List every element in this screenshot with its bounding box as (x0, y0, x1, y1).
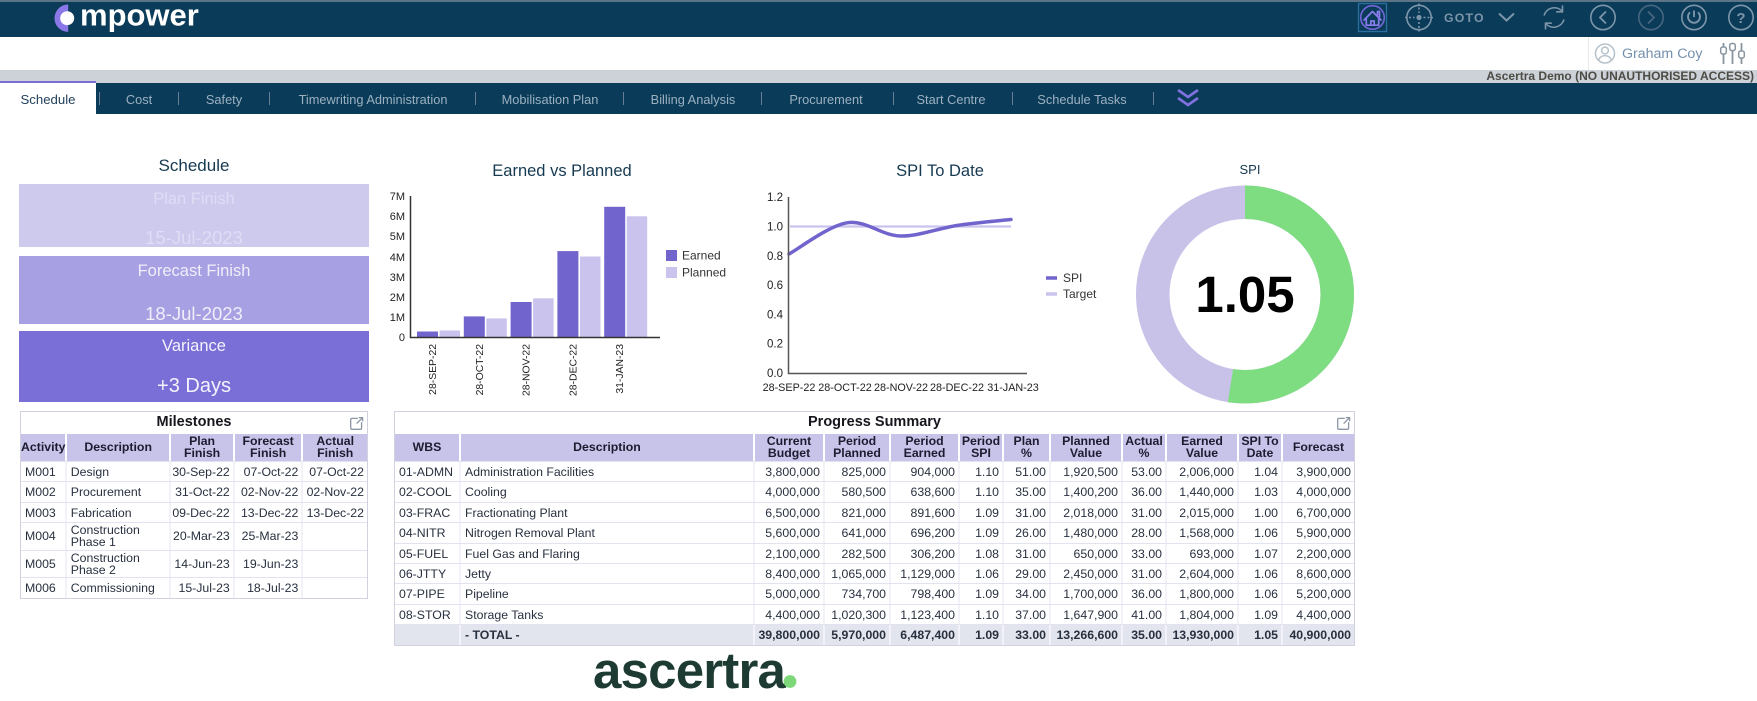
svg-text:31-JAN-23: 31-JAN-23 (987, 382, 1039, 394)
svg-text:1.05: 1.05 (1195, 266, 1294, 323)
svg-text:SPI: SPI (1063, 271, 1082, 285)
svg-text:Earned vs Planned: Earned vs Planned (492, 162, 631, 180)
svg-text:ascertra: ascertra (593, 642, 787, 699)
svg-text:Earned: Earned (682, 249, 721, 263)
svg-text:0.8: 0.8 (767, 251, 783, 263)
svg-text:4M: 4M (390, 252, 405, 264)
svg-text:1.0: 1.0 (767, 222, 783, 234)
svg-text:7M: 7M (390, 191, 405, 203)
svg-text:Planned: Planned (682, 266, 726, 280)
svg-text:28-OCT-22: 28-OCT-22 (475, 344, 486, 396)
svg-text:28-DEC-22: 28-DEC-22 (930, 382, 984, 394)
svg-text:28-SEP-22: 28-SEP-22 (763, 382, 816, 394)
svg-text:Graham Coy: Graham Coy (1622, 46, 1703, 62)
svg-text:1.2: 1.2 (767, 192, 783, 204)
svg-text:1M: 1M (390, 312, 405, 324)
svg-text:0.4: 0.4 (767, 309, 784, 321)
svg-text:0.6: 0.6 (767, 280, 783, 292)
svg-text:2M: 2M (390, 292, 405, 304)
svg-text:6M: 6M (390, 211, 405, 223)
svg-text:?: ? (1736, 10, 1745, 27)
svg-text:0: 0 (399, 332, 405, 344)
svg-text:GOTO: GOTO (1444, 11, 1485, 25)
svg-text:SPI To Date: SPI To Date (896, 162, 984, 180)
svg-text:5M: 5M (390, 231, 405, 243)
svg-text:28-SEP-22: 28-SEP-22 (428, 344, 439, 395)
svg-text:28-DEC-22: 28-DEC-22 (568, 344, 579, 396)
svg-text:28-OCT-22: 28-OCT-22 (818, 382, 871, 394)
svg-text:28-NOV-22: 28-NOV-22 (522, 344, 533, 396)
svg-text:SPI: SPI (1240, 162, 1261, 177)
svg-text:0.0: 0.0 (767, 368, 783, 380)
svg-text:Target: Target (1063, 287, 1097, 301)
svg-text:28-NOV-22: 28-NOV-22 (874, 382, 928, 394)
svg-text:mpower: mpower (80, 0, 199, 33)
svg-text:3M: 3M (390, 272, 405, 284)
svg-text:0.2: 0.2 (767, 339, 783, 351)
svg-text:31-JAN-23: 31-JAN-23 (615, 344, 626, 394)
